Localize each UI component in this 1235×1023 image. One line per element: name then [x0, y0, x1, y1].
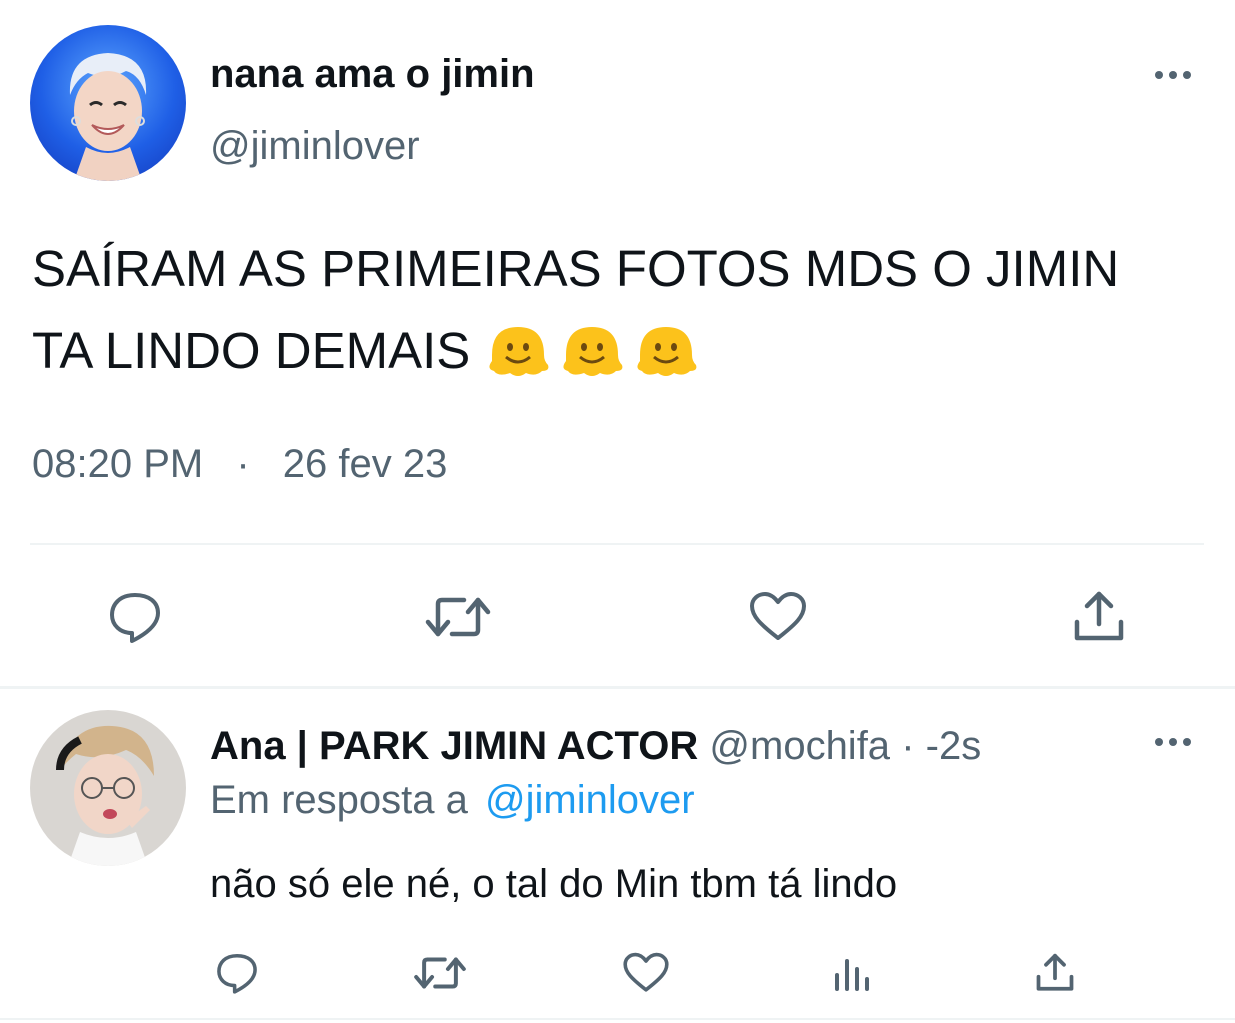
timestamp-separator: ·: [236, 442, 250, 486]
share-button[interactable]: [1066, 585, 1132, 649]
melting-face-icon: [563, 327, 623, 376]
share-icon: [1074, 591, 1124, 641]
reply-text: não só ele né, o tal do Min tbm tá lindo: [210, 862, 898, 906]
like-icon: [750, 592, 806, 640]
reply-handle[interactable]: @mochifa: [709, 724, 890, 768]
more-options-icon[interactable]: [1148, 60, 1198, 90]
tweet-avatar[interactable]: [30, 25, 186, 181]
reply-share-button[interactable]: [1030, 948, 1080, 998]
reply-retweet-button[interactable]: [410, 948, 470, 998]
bottom-divider: [0, 1018, 1235, 1020]
in-reply-to: Em resposta a @jiminlover: [210, 776, 695, 824]
tweet-text: SAÍRAM AS PRIMEIRAS FOTOS MDS O JIMIN TA…: [32, 228, 1119, 392]
section-divider: [0, 686, 1235, 689]
reply-like-button[interactable]: [618, 948, 674, 998]
melting-face-icon: [489, 327, 549, 376]
emoji-group: [486, 321, 698, 381]
tweet-display-name[interactable]: nana ama o jimin: [210, 50, 535, 98]
in-reply-handle-link[interactable]: @jiminlover: [485, 778, 695, 822]
divider: [30, 543, 1204, 545]
avatar-photo-icon: [69, 53, 147, 181]
reply-icon: [217, 953, 257, 994]
reply-icon: [110, 593, 160, 643]
tweet-text-line2-label: TA LINDO DEMAIS: [32, 322, 471, 379]
reply-analytics-button[interactable]: [826, 948, 876, 998]
in-reply-prefix: Em resposta a: [210, 778, 468, 822]
retweet-icon: [425, 597, 491, 637]
tweet-handle[interactable]: @jiminlover: [210, 122, 420, 170]
reply-avatar[interactable]: [30, 710, 186, 866]
analytics-icon: [835, 959, 869, 991]
tweet-text-line1: SAÍRAM AS PRIMEIRAS FOTOS MDS O JIMIN: [32, 240, 1120, 297]
like-button[interactable]: [744, 585, 812, 649]
reply-more-options-icon[interactable]: [1148, 727, 1198, 757]
reply-reply-button[interactable]: [210, 948, 264, 998]
reply-display-name[interactable]: Ana | PARK JIMIN ACTOR: [210, 724, 698, 768]
tweet-date[interactable]: 26 fev 23: [283, 442, 448, 486]
reply-button[interactable]: [100, 585, 170, 649]
retweet-icon: [414, 957, 466, 989]
reply-header: Ana | PARK JIMIN ACTOR @mochifa · -2s: [210, 722, 981, 770]
reply-time[interactable]: · -2s: [901, 724, 981, 768]
share-icon: [1036, 953, 1074, 991]
tweet-timestamp[interactable]: 08:20 PM · 26 fev 23: [32, 440, 447, 488]
melting-face-icon: [637, 327, 697, 376]
avatar-photo-icon: [56, 725, 154, 866]
tweet-text-line2: TA LINDO DEMAIS: [32, 310, 1119, 392]
retweet-button[interactable]: [420, 585, 496, 649]
like-icon: [623, 952, 669, 992]
tweet-time[interactable]: 08:20 PM: [32, 442, 203, 486]
